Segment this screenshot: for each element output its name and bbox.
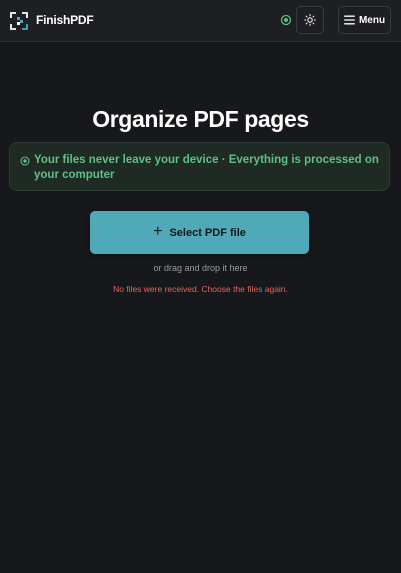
plus-icon: + (153, 222, 163, 240)
status-dot-icon (20, 156, 30, 166)
brand-name[interactable]: FinishPDF (36, 13, 94, 27)
theme-toggle-button[interactable] (296, 6, 324, 34)
top-bar: FinishPDF Menu (0, 0, 401, 42)
status-dot-icon (280, 14, 292, 26)
privacy-notice: Your files never leave your device · Eve… (9, 142, 390, 191)
select-pdf-file-button[interactable]: + Select PDF file (90, 211, 309, 254)
menu-button[interactable]: Menu (338, 6, 391, 34)
privacy-notice-text: Your files never leave your device · Eve… (34, 154, 379, 181)
page-title: Organize PDF pages (92, 106, 309, 132)
sun-icon (304, 14, 316, 26)
finishpdf-logo-icon[interactable] (9, 11, 29, 31)
menu-label: Menu (358, 14, 386, 26)
select-pdf-file-label: Select PDF file (169, 226, 246, 239)
hamburger-icon (343, 15, 355, 25)
error-message: No files were received. Choose the files… (113, 284, 288, 294)
drag-drop-hint: or drag and drop it here (153, 263, 248, 273)
